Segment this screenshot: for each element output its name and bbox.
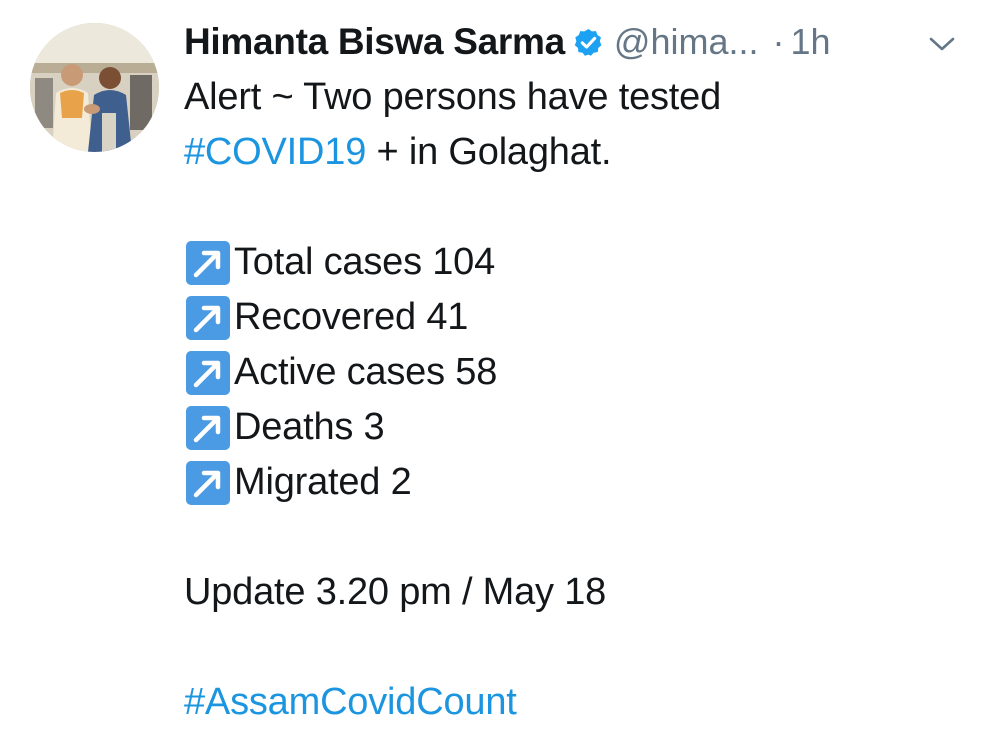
stat-migrated: Migrated 2 (184, 455, 974, 510)
chevron-down-icon[interactable] (926, 33, 958, 55)
verified-badge-icon (574, 28, 602, 56)
avatar-photo (30, 23, 159, 152)
stat-total-cases: Total cases 104 (184, 235, 974, 290)
stat-label: Migrated 2 (234, 461, 412, 503)
stat-recovered: Recovered 41 (184, 290, 974, 345)
up-right-arrow-emoji-icon (186, 405, 230, 450)
tweet-line-location: #COVID19 + in Golaghat. (184, 125, 974, 180)
author-handle[interactable]: @hima... (614, 21, 759, 63)
location-text: + in Golaghat. (366, 131, 612, 173)
tweet-body: Alert ~ Two persons have tested #COVID19… (184, 70, 974, 730)
tweet-line-hashtag: #AssamCovidCount (184, 675, 974, 730)
stat-label: Active cases 58 (234, 351, 498, 393)
stat-label: Total cases 104 (234, 241, 496, 283)
tweet-header: Himanta Biswa Sarma @hima... · 1h (184, 18, 831, 66)
up-right-arrow-emoji-icon (186, 350, 230, 395)
hashtag-covid19-link[interactable]: #COVID19 (184, 131, 366, 173)
tweet-line-update: Update 3.20 pm / May 18 (184, 571, 607, 613)
separator-dot: · (772, 21, 785, 62)
hashtag-assamcovidcount-link[interactable]: #AssamCovidCount (184, 681, 517, 723)
up-right-arrow-emoji-icon (186, 460, 230, 505)
stat-active-cases: Active cases 58 (184, 345, 974, 400)
tweet-timestamp[interactable]: 1h (791, 21, 831, 63)
stat-deaths: Deaths 3 (184, 400, 974, 455)
up-right-arrow-emoji-icon (186, 295, 230, 340)
stat-label: Recovered 41 (234, 296, 469, 338)
author-name[interactable]: Himanta Biswa Sarma (184, 21, 565, 63)
up-right-arrow-emoji-icon (186, 240, 230, 285)
tweet-line-alert: Alert ~ Two persons have tested (184, 76, 722, 118)
stat-label: Deaths 3 (234, 406, 385, 448)
author-avatar[interactable] (30, 23, 159, 152)
